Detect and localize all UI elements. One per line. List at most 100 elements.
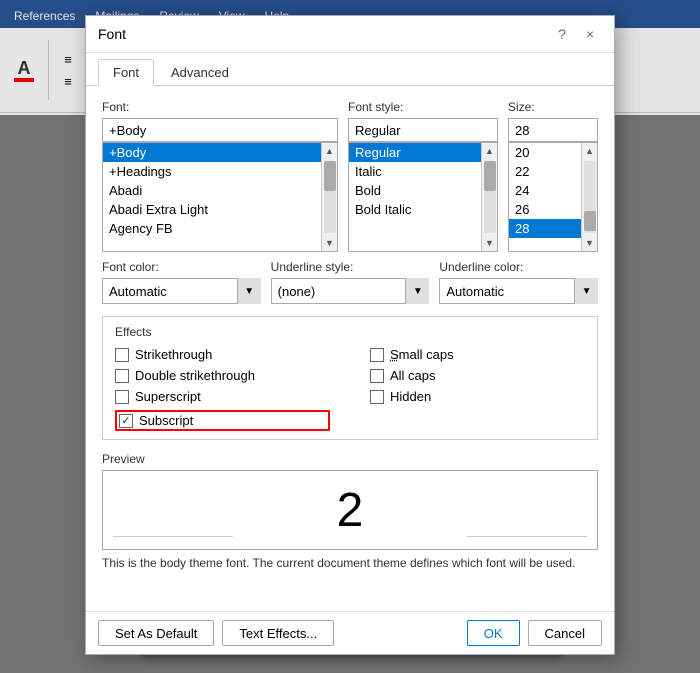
effect-subscript[interactable]: Subscript	[115, 410, 330, 431]
dialog-body: Font: +Body +Headings Abadi Abadi Extra …	[86, 86, 614, 611]
style-list-item-0[interactable]: Regular	[349, 143, 497, 162]
font-col: Font: +Body +Headings Abadi Abadi Extra …	[102, 100, 338, 252]
font-color-label: Font color:	[102, 260, 261, 274]
font-input[interactable]	[102, 118, 338, 142]
size-col: Size: 20 22 24 26 28 ▲	[508, 100, 598, 252]
font-list-item-2[interactable]: Abadi	[103, 181, 337, 200]
font-scroll-down[interactable]: ▼	[322, 235, 338, 251]
underline-style-select[interactable]: (none)	[271, 278, 430, 304]
checkbox-superscript[interactable]	[115, 390, 129, 404]
size-col-label: Size:	[508, 100, 598, 114]
dialog-footer: Set As Default Text Effects... OK Cancel	[86, 611, 614, 654]
style-col-label: Font style:	[348, 100, 498, 114]
style-list-container: Regular Italic Bold Bold Italic ▲ ▼	[348, 142, 498, 252]
dialog-help-btn[interactable]: ?	[550, 24, 574, 44]
checkbox-all-caps[interactable]	[370, 369, 384, 383]
size-list-container: 20 22 24 26 28 ▲ ▼	[508, 142, 598, 252]
font-scroll-track	[324, 161, 336, 233]
effects-grid: Strikethrough Small caps Double striketh…	[115, 347, 585, 431]
cancel-button[interactable]: Cancel	[528, 620, 602, 646]
size-scroll-thumb[interactable]	[584, 211, 596, 231]
preview-line-left	[113, 536, 233, 537]
style-scroll-track	[484, 161, 496, 233]
label-superscript: Superscript	[135, 389, 201, 404]
preview-box: 2	[102, 470, 598, 550]
font-color-select-wrapper: Automatic ▼	[102, 278, 261, 304]
dialog-close-btn[interactable]: ×	[578, 24, 602, 44]
effect-strikethrough[interactable]: Strikethrough	[115, 347, 330, 362]
font-list-item-1[interactable]: +Headings	[103, 162, 337, 181]
effects-section: Effects Strikethrough Small caps	[102, 316, 598, 440]
size-scroll-track	[584, 161, 596, 233]
ok-button[interactable]: OK	[467, 620, 520, 646]
set-default-button[interactable]: Set As Default	[98, 620, 214, 646]
checkbox-strikethrough[interactable]	[115, 348, 129, 362]
modal-overlay: Font ? × Font Advanced Font: +Body	[0, 0, 700, 673]
label-strikethrough: Strikethrough	[135, 347, 212, 362]
effects-title: Effects	[115, 325, 585, 339]
dialog-title: Font	[98, 26, 126, 42]
label-hidden: Hidden	[390, 389, 431, 404]
underline-color-label: Underline color:	[439, 260, 598, 274]
underline-style-select-wrapper: (none) ▼	[271, 278, 430, 304]
style-scroll-thumb[interactable]	[484, 161, 496, 191]
preview-note: This is the body theme font. The current…	[102, 556, 598, 570]
effect-all-caps[interactable]: All caps	[370, 368, 585, 383]
checkbox-small-caps[interactable]	[370, 348, 384, 362]
dialog-controls: ? ×	[550, 24, 602, 44]
underline-style-col: Underline style: (none) ▼	[271, 260, 430, 304]
label-small-caps: Small caps	[390, 347, 454, 362]
text-effects-button[interactable]: Text Effects...	[222, 620, 334, 646]
label-subscript: Subscript	[139, 413, 193, 428]
footer-left: Set As Default Text Effects...	[98, 620, 334, 646]
preview-label: Preview	[102, 452, 598, 466]
preview-character: 2	[337, 483, 364, 538]
small-caps-text: mall caps	[399, 347, 454, 362]
size-scroll-down[interactable]: ▼	[582, 235, 598, 251]
preview-section: Preview 2 This is the body theme font. T…	[102, 452, 598, 570]
underline-color-select[interactable]: Automatic	[439, 278, 598, 304]
font-list-item-3[interactable]: Abadi Extra Light	[103, 200, 337, 219]
font-list-item-4[interactable]: Agency FB	[103, 219, 337, 238]
size-input[interactable]	[508, 118, 598, 142]
style-list[interactable]: Regular Italic Bold Bold Italic	[349, 143, 497, 251]
style-col: Font style: Regular Italic Bold Bold Ita…	[348, 100, 498, 252]
size-scrollbar[interactable]: ▲ ▼	[581, 143, 597, 251]
dialog-tabs: Font Advanced	[86, 53, 614, 86]
underline-style-label: Underline style:	[271, 260, 430, 274]
label-all-caps: All caps	[390, 368, 436, 383]
font-list-container: +Body +Headings Abadi Abadi Extra Light …	[102, 142, 338, 252]
font-scroll-thumb[interactable]	[324, 161, 336, 191]
style-scrollbar[interactable]: ▲ ▼	[481, 143, 497, 251]
style-list-item-1[interactable]: Italic	[349, 162, 497, 181]
checkbox-double-strikethrough[interactable]	[115, 369, 129, 383]
font-color-col: Font color: Automatic ▼	[102, 260, 261, 304]
font-dialog: Font ? × Font Advanced Font: +Body	[85, 15, 615, 655]
effect-double-strikethrough[interactable]: Double strikethrough	[115, 368, 330, 383]
tab-font[interactable]: Font	[98, 59, 154, 86]
font-scroll-up[interactable]: ▲	[322, 143, 338, 159]
preview-line-right	[467, 536, 587, 537]
font-list[interactable]: +Body +Headings Abadi Abadi Extra Light …	[103, 143, 337, 251]
font-col-label: Font:	[102, 100, 338, 114]
checkbox-hidden[interactable]	[370, 390, 384, 404]
underline-color-select-wrapper: Automatic ▼	[439, 278, 598, 304]
style-scroll-up[interactable]: ▲	[482, 143, 498, 159]
effect-superscript[interactable]: Superscript	[115, 389, 330, 404]
checkbox-subscript[interactable]	[119, 414, 133, 428]
dialog-titlebar: Font ? ×	[86, 16, 614, 53]
style-input[interactable]	[348, 118, 498, 142]
style-list-item-2[interactable]: Bold	[349, 181, 497, 200]
font-style-size-row: Font: +Body +Headings Abadi Abadi Extra …	[102, 100, 598, 252]
size-scroll-up[interactable]: ▲	[582, 143, 598, 159]
effect-hidden[interactable]: Hidden	[370, 389, 585, 404]
tab-advanced[interactable]: Advanced	[156, 59, 244, 85]
label-double-strikethrough: Double strikethrough	[135, 368, 255, 383]
effect-small-caps[interactable]: Small caps	[370, 347, 585, 362]
style-list-item-3[interactable]: Bold Italic	[349, 200, 497, 219]
preview-lines	[113, 536, 587, 537]
font-scrollbar[interactable]: ▲ ▼	[321, 143, 337, 251]
style-scroll-down[interactable]: ▼	[482, 235, 498, 251]
font-color-select[interactable]: Automatic	[102, 278, 261, 304]
font-list-item-0[interactable]: +Body	[103, 143, 337, 162]
